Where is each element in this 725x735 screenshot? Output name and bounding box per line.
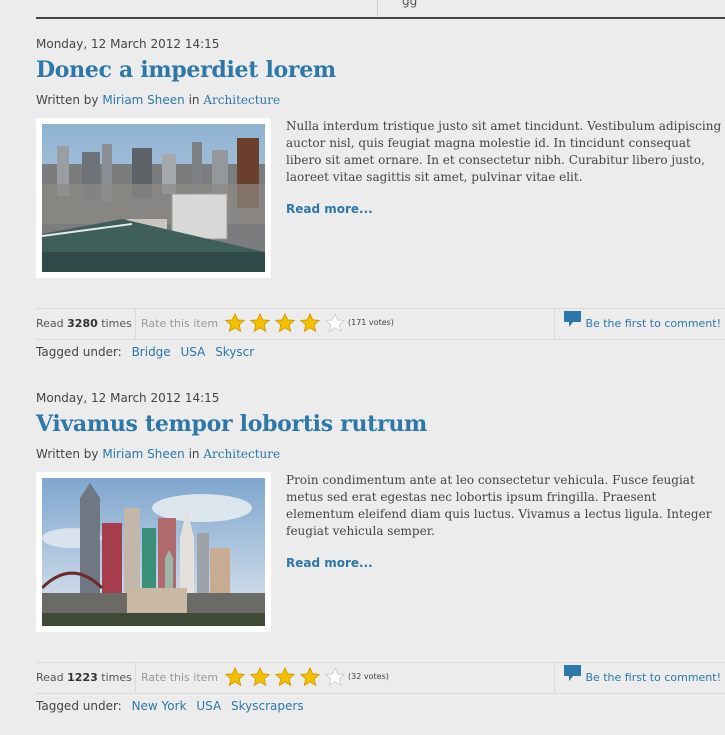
tag-link[interactable]: Skyscrapers [231, 699, 304, 713]
star-filled-icon[interactable] [249, 666, 271, 688]
rate-label: Rate this item [141, 671, 219, 684]
comment-bubble-icon [564, 663, 582, 693]
article-image-link[interactable] [36, 118, 271, 278]
category-link[interactable]: Architecture [203, 447, 280, 461]
comment-bubble-icon [564, 309, 582, 339]
tagged-label: Tagged under: [36, 345, 122, 359]
tagged-label: Tagged under: [36, 699, 122, 713]
rating-widget: Rate this item (32 votes) [136, 663, 555, 693]
written-by-label: Written by [36, 93, 99, 107]
star-filled-icon[interactable] [299, 312, 321, 334]
vote-count: (171 votes) [348, 318, 394, 327]
author-link[interactable]: Miriam Sheen [102, 447, 184, 461]
in-label: in [188, 93, 200, 107]
star-filled-icon[interactable] [274, 666, 296, 688]
article-byline: Written by Miriam Sheen in Architecture [36, 92, 725, 108]
section-divider [36, 17, 725, 19]
article-excerpt: Nulla interdum tristique justo sit amet … [286, 119, 722, 184]
read-count: Read 1223 times [36, 663, 136, 693]
read-suffix: times [101, 317, 132, 330]
tag-link[interactable]: New York [132, 699, 187, 713]
vote-count: (32 votes) [348, 672, 389, 681]
comment-link[interactable]: Be the first to comment! [564, 663, 721, 693]
article-date: Monday, 12 March 2012 14:15 [36, 37, 220, 51]
comment-link[interactable]: Be the first to comment! [564, 309, 721, 339]
tag-link[interactable]: USA [196, 699, 221, 713]
article-body: Proin condimentum ante at leo consectetu… [36, 472, 725, 632]
tag-link[interactable]: USA [181, 345, 206, 359]
read-more-link[interactable]: Read more... [286, 202, 373, 216]
read-prefix: Read [36, 671, 64, 684]
in-label: in [188, 447, 200, 461]
read-count: Read 3280 times [36, 309, 136, 339]
article-image-link[interactable] [36, 472, 271, 632]
article-2: Monday, 12 March 2012 14:15 Vivamus temp… [36, 390, 725, 713]
city-skyline-photo [42, 124, 265, 272]
top-cut-text: gg [402, 0, 418, 8]
article-title-link[interactable]: Donec a imperdiet lorem [36, 56, 725, 84]
article-body: Nulla interdum tristique justo sit amet … [36, 118, 725, 278]
star-filled-icon[interactable] [224, 312, 246, 334]
article-stats-bar: Read 3280 times Rate this item (171 vote… [36, 308, 725, 340]
article-title-link[interactable]: Vivamus tempor lobortis rutrum [36, 410, 725, 438]
read-suffix: times [101, 671, 132, 684]
tag-link[interactable]: Bridge [132, 345, 171, 359]
star-filled-icon[interactable] [249, 312, 271, 334]
article-date: Monday, 12 March 2012 14:15 [36, 391, 220, 405]
tags-row: Tagged under: Bridge USA Skyscr [36, 345, 254, 359]
article-1: Monday, 12 March 2012 14:15 Donec a impe… [36, 36, 725, 359]
read-more-link[interactable]: Read more... [286, 556, 373, 570]
las-vegas-skyline-photo [42, 478, 265, 626]
written-by-label: Written by [36, 447, 99, 461]
rate-label: Rate this item [141, 317, 219, 330]
star-filled-icon[interactable] [274, 312, 296, 334]
star-filled-icon[interactable] [299, 666, 321, 688]
comment-link-label: Be the first to comment! [585, 317, 721, 330]
read-count-value: 1223 [67, 671, 98, 684]
author-link[interactable]: Miriam Sheen [102, 93, 184, 107]
rating-widget: Rate this item (171 votes) [136, 309, 555, 339]
category-link[interactable]: Architecture [203, 93, 280, 107]
top-column-divider [377, 0, 378, 17]
comment-link-label: Be the first to comment! [585, 671, 721, 684]
read-count-value: 3280 [67, 317, 98, 330]
read-prefix: Read [36, 317, 64, 330]
star-empty-icon[interactable] [324, 666, 346, 688]
article-stats-bar: Read 1223 times Rate this item (32 votes… [36, 662, 725, 694]
star-filled-icon[interactable] [224, 666, 246, 688]
tags-row: Tagged under: New York USA Skyscrapers [36, 699, 304, 713]
star-empty-icon[interactable] [324, 312, 346, 334]
tag-link[interactable]: Skyscr [215, 345, 254, 359]
article-byline: Written by Miriam Sheen in Architecture [36, 446, 725, 462]
article-excerpt: Proin condimentum ante at leo consectetu… [286, 473, 712, 538]
